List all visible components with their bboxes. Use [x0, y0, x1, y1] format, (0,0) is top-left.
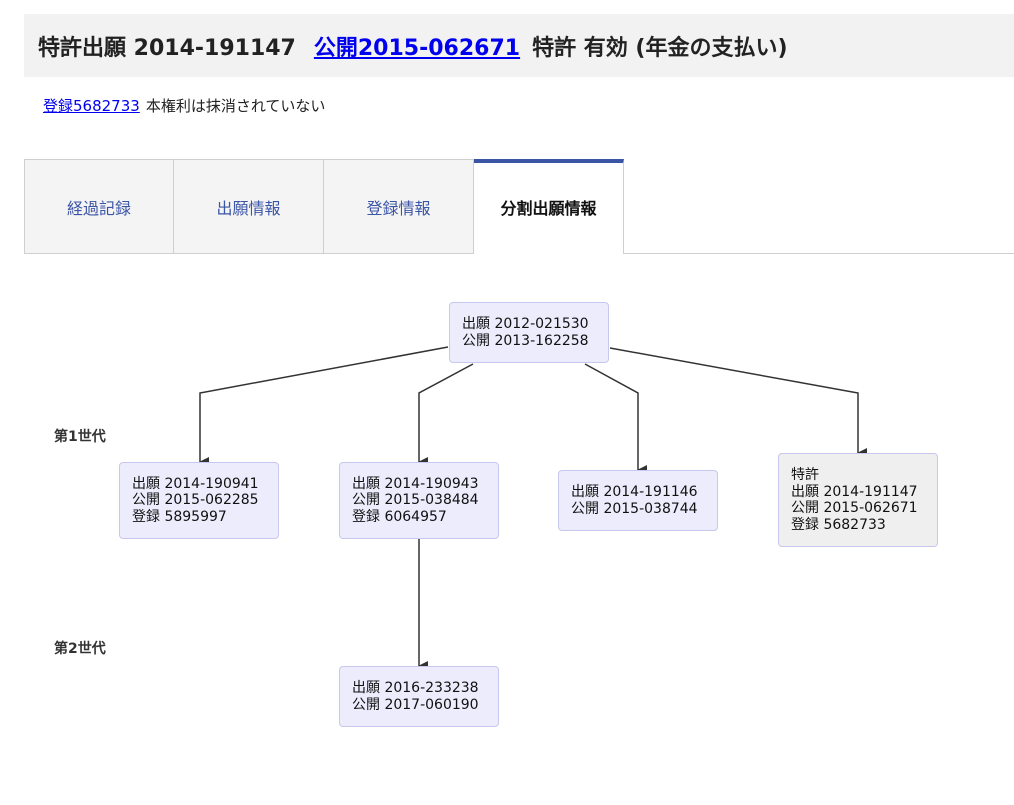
node-kind: 特許	[791, 467, 819, 483]
node-application: 出願 2014-190943	[352, 475, 479, 492]
node-publication: 公開 2015-062671	[791, 500, 918, 516]
node-publication: 公開 2015-038744	[571, 500, 698, 517]
node-registration: 登録 6064957	[352, 508, 447, 525]
node-application: 出願 2016-233238	[352, 680, 479, 696]
node-publication: 公開 2015-062285	[132, 492, 259, 509]
node-application: 出願 2014-190941	[132, 475, 259, 492]
page-header: 特許出願 2014-191147 公開2015-062671 特許 有効 (年金…	[24, 14, 1014, 77]
node-registration: 登録 5682733	[791, 516, 886, 533]
publication-link[interactable]: 公開2015-062671	[314, 30, 520, 62]
tab-registration-info[interactable]: 登録情報	[324, 159, 474, 254]
edge-root-g1a	[199, 346, 449, 467]
tree-node-g2a[interactable]: 出願 2016-233238 公開 2017-060190	[339, 666, 499, 727]
edge-root-g1b	[418, 363, 474, 467]
tree-node-root[interactable]: 出願 2012-021530 公開 2013-162258	[449, 302, 609, 363]
edge-root-g1d	[609, 347, 867, 458]
tree-node-g1a[interactable]: 出願 2014-190941 公開 2015-062285 登録 5895997	[119, 462, 279, 539]
tab-divisional-info[interactable]: 分割出願情報	[474, 159, 624, 254]
edge-root-g1c	[584, 363, 647, 475]
tree-node-g1b[interactable]: 出願 2014-190943 公開 2015-038484 登録 6064957	[339, 462, 499, 539]
node-publication: 公開 2017-060190	[352, 696, 479, 713]
tree-node-g1d-current[interactable]: 特許 出願 2014-191147 公開 2015-062671 登録 5682…	[778, 453, 938, 547]
generation-1-label: 第1世代	[54, 429, 106, 445]
registration-line: 登録5682733 本権利は抹消されていない	[43, 95, 325, 116]
patent-status: 特許 有効 (年金の支払い)	[532, 35, 788, 61]
divisional-tree-connectors	[199, 346, 867, 671]
registration-status: 本権利は抹消されていない	[145, 97, 326, 115]
node-registration: 登録 5895997	[132, 508, 227, 525]
application-number: 特許出願 2014-191147	[38, 35, 296, 61]
node-application: 出願 2014-191147	[791, 483, 918, 500]
tree-node-g1c[interactable]: 出願 2014-191146 公開 2015-038744	[558, 470, 718, 531]
node-application: 出願 2014-191146	[571, 484, 698, 500]
node-publication: 公開 2015-038484	[352, 492, 479, 509]
node-application: 出願 2012-021530	[462, 316, 589, 332]
registration-link[interactable]: 登録5682733	[43, 97, 140, 115]
tab-application-info[interactable]: 出願情報	[174, 159, 324, 254]
tab-history[interactable]: 経過記録	[24, 159, 174, 254]
node-publication: 公開 2013-162258	[462, 332, 589, 349]
generation-2-label: 第2世代	[54, 641, 106, 657]
tab-baseline	[624, 253, 1014, 254]
tab-bar: 経過記録 出願情報 登録情報 分割出願情報	[24, 159, 1014, 254]
